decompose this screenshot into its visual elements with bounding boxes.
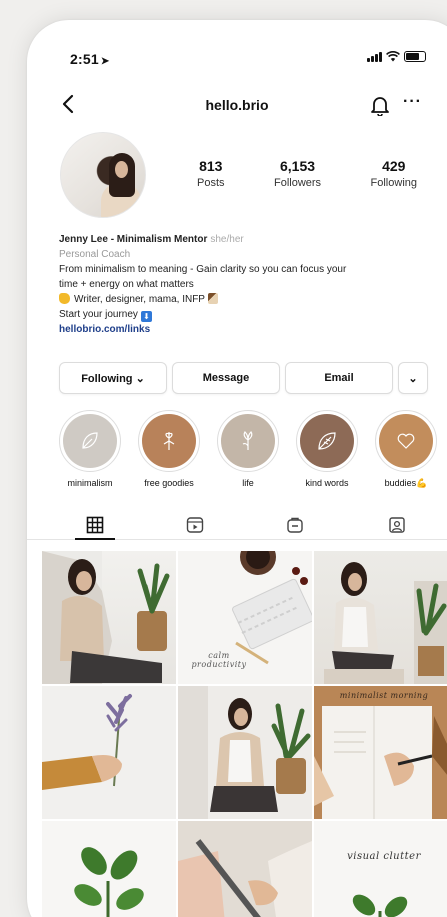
bio-line: Writer, designer, mama, INFP bbox=[59, 292, 429, 307]
back-arrow-icon[interactable] bbox=[60, 93, 78, 115]
profile-link[interactable]: hellobrio.com/links bbox=[59, 322, 429, 337]
profile-name: Jenny Lee - Minimalism Mentor bbox=[59, 234, 208, 245]
heart-icon bbox=[379, 414, 433, 468]
top-nav-bar: hello.brio ··· bbox=[27, 88, 447, 124]
post-thumbnail[interactable] bbox=[42, 551, 176, 684]
bell-icon[interactable] bbox=[370, 94, 390, 116]
post-thumbnail[interactable]: minimalist morning bbox=[314, 686, 447, 819]
more-options-icon[interactable]: ··· bbox=[403, 93, 422, 111]
post-grid: calm productivity minimalist morning vis… bbox=[42, 551, 447, 917]
profile-handle: hello.brio bbox=[205, 97, 269, 113]
tab-reels[interactable] bbox=[175, 512, 215, 538]
tab-grid[interactable] bbox=[75, 512, 115, 540]
following-button[interactable]: Following ⌄ bbox=[59, 362, 167, 394]
status-bar: 2:51 ➤ bbox=[27, 20, 447, 90]
signal-icon bbox=[367, 51, 382, 62]
profile-tabs bbox=[27, 508, 447, 540]
pronouns: she/her bbox=[210, 234, 244, 245]
phone-screen: 2:51 ➤ hello.brio ··· 813 Posts 6,153 Fol… bbox=[27, 20, 447, 917]
pen-icon bbox=[207, 293, 218, 304]
stat-followers[interactable]: 6,153 Followers bbox=[274, 158, 321, 189]
highlight-free-goodies[interactable]: free goodies bbox=[134, 410, 204, 488]
highlight-buddies[interactable]: buddies💪 bbox=[371, 410, 441, 489]
post-thumbnail[interactable] bbox=[178, 686, 312, 819]
tab-tagged[interactable] bbox=[377, 512, 417, 538]
battery-icon bbox=[404, 51, 426, 62]
bio-line: time + energy on what matters bbox=[59, 279, 194, 290]
highlight-life[interactable]: life bbox=[213, 410, 283, 488]
leaf-icon bbox=[63, 414, 117, 468]
location-arrow-icon: ➤ bbox=[100, 56, 110, 67]
story-highlights: minimalism free goodies life kind words … bbox=[55, 410, 447, 500]
grid-icon bbox=[86, 516, 104, 534]
post-thumbnail[interactable] bbox=[42, 821, 176, 917]
post-thumbnail[interactable]: visual clutter bbox=[314, 821, 447, 917]
profile-action-buttons: Following ⌄ Message Email ⌄ bbox=[59, 362, 442, 394]
post-thumbnail[interactable] bbox=[314, 551, 447, 684]
flower-icon bbox=[221, 414, 275, 468]
post-thumbnail[interactable]: calm productivity bbox=[178, 551, 312, 684]
reels-icon bbox=[186, 517, 204, 533]
post-caption: minimalist morning bbox=[339, 691, 429, 700]
bio-line: Start your journey ⬇ bbox=[59, 307, 429, 322]
post-thumbnail[interactable] bbox=[42, 686, 176, 819]
email-button[interactable]: Email bbox=[285, 362, 393, 394]
post-caption: visual clutter bbox=[347, 851, 421, 862]
down-arrow-icon: ⬇ bbox=[140, 311, 152, 322]
tab-guides[interactable] bbox=[275, 512, 315, 538]
status-time: 2:51 ➤ bbox=[70, 51, 110, 67]
profile-bio: Jenny Lee - Minimalism Mentor she/her Per… bbox=[59, 232, 429, 337]
wifi-icon bbox=[386, 51, 400, 62]
tagged-icon bbox=[389, 517, 405, 533]
gift-icon bbox=[142, 414, 196, 468]
system-icons bbox=[367, 51, 426, 62]
stat-following[interactable]: 429 Following bbox=[371, 158, 417, 189]
highlight-kind-words[interactable]: kind words bbox=[292, 410, 362, 488]
highlight-minimalism[interactable]: minimalism bbox=[55, 410, 125, 488]
message-button[interactable]: Message bbox=[172, 362, 280, 394]
waving-hand-icon bbox=[59, 293, 70, 304]
post-caption: calm productivity bbox=[191, 651, 247, 669]
suggested-accounts-button[interactable]: ⌄ bbox=[398, 362, 428, 394]
profile-category: Personal Coach bbox=[59, 249, 131, 260]
guides-icon bbox=[287, 517, 303, 533]
stat-posts[interactable]: 813 Posts bbox=[197, 158, 225, 189]
avatar[interactable] bbox=[60, 132, 146, 218]
leaf-icon bbox=[300, 414, 354, 468]
post-thumbnail[interactable] bbox=[178, 821, 312, 917]
profile-stats: 813 Posts 6,153 Followers 429 Following bbox=[197, 158, 417, 189]
bio-line: From minimalism to meaning - Gain clarit… bbox=[59, 264, 347, 275]
